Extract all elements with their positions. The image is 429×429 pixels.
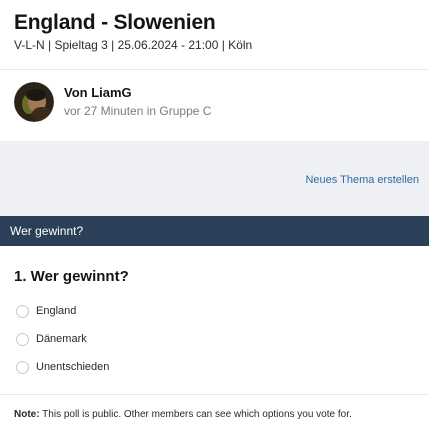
page-header: England - Slowenien V-L-N | Spieltag 3 |…	[14, 10, 419, 52]
poll-question: 1. Wer gewinnt?	[14, 268, 129, 285]
option-label: Unentschieden	[36, 361, 110, 373]
avatar[interactable]	[14, 82, 54, 122]
option-label: Dänemark	[36, 333, 87, 345]
poll-note: Note: This poll is public. Other members…	[14, 409, 352, 421]
option-label: England	[36, 305, 77, 317]
poll-options: England Dänemark Unentschieden	[16, 305, 109, 389]
radio-button[interactable]	[16, 361, 29, 374]
note-label: Note:	[14, 409, 40, 420]
match-info: V-L-N | Spieltag 3 | 25.06.2024 - 21:00 …	[14, 38, 253, 52]
divider	[0, 69, 429, 70]
poll-option-daenemark[interactable]: Dänemark	[16, 333, 109, 346]
author-block: Von LiamG vor 27 Minuten in Gruppe C	[14, 82, 211, 122]
poll-option-england[interactable]: England	[16, 305, 109, 318]
poll-header: Wer gewinnt?	[0, 216, 429, 246]
divider	[0, 394, 429, 395]
author-info: Von LiamG vor 27 Minuten in Gruppe C	[64, 85, 211, 119]
note-text: This poll is public. Other members can s…	[42, 409, 352, 420]
new-thread-link[interactable]: Neues Thema erstellen	[305, 174, 419, 186]
poll-option-unentschieden[interactable]: Unentschieden	[16, 361, 109, 374]
radio-button[interactable]	[16, 305, 29, 318]
radio-button[interactable]	[16, 333, 29, 346]
author-name[interactable]: Von LiamG	[64, 85, 211, 101]
avatar-image	[14, 82, 54, 122]
page-title: England - Slowenien	[14, 11, 216, 34]
post-meta: vor 27 Minuten in Gruppe C	[64, 104, 212, 118]
